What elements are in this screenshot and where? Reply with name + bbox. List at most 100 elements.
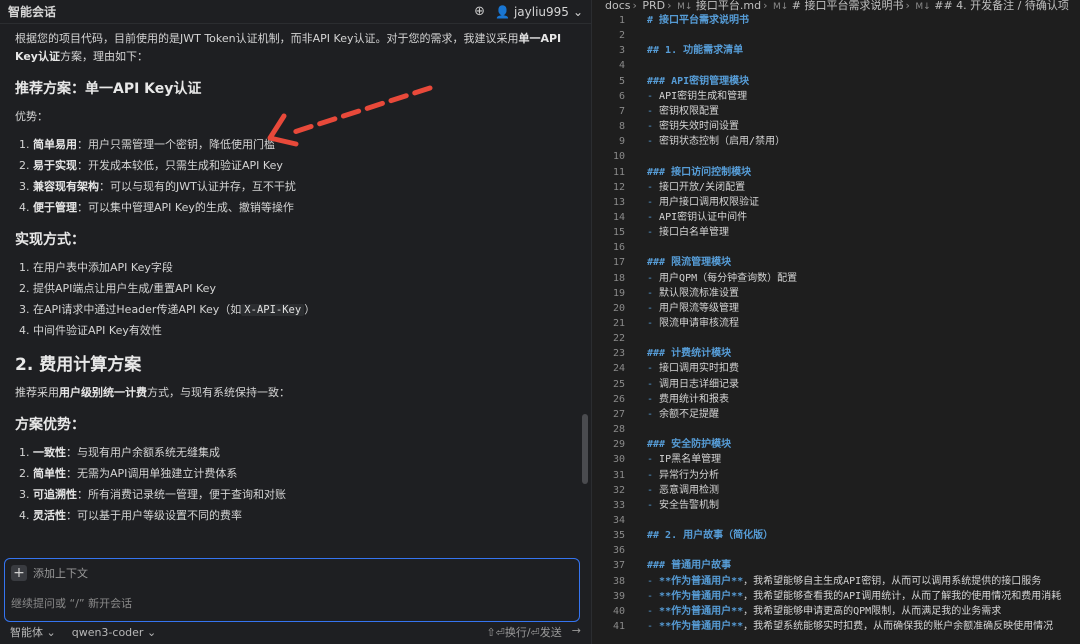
code-line[interactable]: 38 - **作为普通用户**，我希望能够自主生成API密钥，从而可以调用系统提供… bbox=[593, 574, 1080, 589]
code-line[interactable]: 7 - 密钥权限配置 bbox=[593, 104, 1080, 119]
chat-scrollbar[interactable] bbox=[579, 24, 591, 549]
new-chat-icon[interactable]: ⊕ bbox=[474, 4, 485, 19]
line-text: - 余额不足提醒 bbox=[647, 408, 720, 420]
code-line[interactable]: 3 ## 1. 功能需求清单 bbox=[593, 43, 1080, 58]
code-line[interactable]: 15 - 接口白名单管理 bbox=[593, 225, 1080, 240]
line-text: - **作为普通用户**，我希望系统能够实时扣费，从而确保我的账户余额准确反映使… bbox=[647, 621, 1054, 632]
line-number: 21 bbox=[612, 318, 625, 329]
line-number: 29 bbox=[612, 439, 625, 451]
line-number: 19 bbox=[612, 287, 625, 299]
code-line[interactable]: 9 - 密钥状态控制（启用/禁用） bbox=[593, 134, 1080, 149]
code-line[interactable]: 34 bbox=[593, 513, 1080, 528]
mode-select[interactable]: 智能体 ⌄ bbox=[10, 624, 56, 640]
impl-list: 1. 在用户表中添加API Key字段 2. 提供API端点让用户生成/重置AP… bbox=[15, 259, 564, 340]
line-number: 24 bbox=[612, 363, 625, 375]
code-line[interactable]: 19 - 默认限流标准设置 bbox=[593, 286, 1080, 301]
line-number: 16 bbox=[612, 242, 625, 254]
code-line[interactable]: 36 bbox=[593, 543, 1080, 558]
line-number: 36 bbox=[612, 545, 625, 557]
line-text: - API密钥生成和管理 bbox=[647, 90, 748, 102]
chat-input[interactable]: 继续提问或 “/” 新开会话 bbox=[11, 595, 132, 611]
add-context-button[interactable]: + 添加上下文 bbox=[11, 565, 88, 581]
code-editor[interactable]: 1 # 接口平台需求说明书 2 3 ## 1. 功能需求清单 4 5 ### API密钥管理模… bbox=[593, 13, 1080, 644]
line-text: - 密钥状态控制（启用/禁用） bbox=[647, 136, 786, 148]
add-context-label: 添加上下文 bbox=[33, 567, 88, 580]
code-line[interactable]: 31 - 异常行为分析 bbox=[593, 468, 1080, 483]
line-text: - IP黑名单管理 bbox=[647, 454, 722, 466]
code-line[interactable]: 35 ## 2. 用户故事（简化版） bbox=[593, 528, 1080, 543]
send-hint: ⇧⏎换行/⏎发送 bbox=[486, 626, 562, 639]
code-line[interactable]: 26 - 费用统计和报表 bbox=[593, 392, 1080, 407]
breadcrumb: docs › PRD › M↓ 接口平台.md › M↓ # 接口平台需求说明书 › M… bbox=[605, 0, 1069, 12]
breadcrumb-item[interactable]: docs bbox=[605, 0, 631, 12]
code-line[interactable]: 13 - 用户接口调用权限验证 bbox=[593, 195, 1080, 210]
code-line[interactable]: 2 bbox=[593, 28, 1080, 43]
line-text: ## 1. 功能需求清单 bbox=[647, 45, 744, 57]
breadcrumb-item[interactable]: 接口平台.md bbox=[696, 0, 761, 12]
code-line[interactable]: 20 - 用户限流等级管理 bbox=[593, 301, 1080, 316]
code-line[interactable]: 4 bbox=[593, 58, 1080, 73]
code-line[interactable]: 27 - 余额不足提醒 bbox=[593, 407, 1080, 422]
list-item: 3. 在API请求中通过Header传递API Key（如 X-API-Key） bbox=[19, 303, 316, 316]
code-line[interactable]: 32 - 恶意调用检测 bbox=[593, 483, 1080, 498]
code-line[interactable]: 8 - 密钥失效时间设置 bbox=[593, 119, 1080, 134]
model-select[interactable]: qwen3-coder ⌄ bbox=[72, 626, 156, 639]
code-line[interactable]: 6 - API密钥生成和管理 bbox=[593, 89, 1080, 104]
line-number: 31 bbox=[612, 469, 625, 481]
line-text: - API密钥认证中间件 bbox=[647, 211, 748, 223]
code-line[interactable]: 12 - 接口开放/关闭配置 bbox=[593, 180, 1080, 195]
line-number: 35 bbox=[612, 530, 625, 542]
intro-paragraph: 根据您的项目代码，目前使用的是JWT Token认证机制，而非API Key认证… bbox=[15, 32, 562, 63]
breadcrumb-item[interactable]: ## 4. 开发备注 / 待确认项 bbox=[934, 0, 1069, 12]
code-line[interactable]: 17 ### 限流管理模块 bbox=[593, 255, 1080, 270]
code-line[interactable]: 28 bbox=[593, 422, 1080, 437]
code-line[interactable]: 29 ### 安全防护模块 bbox=[593, 437, 1080, 452]
code-line[interactable]: 41 - **作为普通用户**，我希望系统能够实时扣费，从而确保我的账户余额准确反… bbox=[593, 619, 1080, 634]
chat-input-box[interactable]: + 添加上下文 继续提问或 “/” 新开会话 bbox=[4, 558, 580, 622]
code-line[interactable]: 16 bbox=[593, 240, 1080, 255]
code-line[interactable]: 33 - 安全告警机制 bbox=[593, 498, 1080, 513]
list-item: 4. 便于管理：可以集中管理API Key的生成、撤销等操作 bbox=[19, 201, 294, 214]
line-text: - 默认限流标准设置 bbox=[647, 287, 740, 299]
code-line[interactable]: 23 ### 计费统计模块 bbox=[593, 346, 1080, 361]
code-line[interactable]: 40 - **作为普通用户**，我希望能够申请更高的QPM限制，从而满足我的业务需… bbox=[593, 604, 1080, 619]
send-icon[interactable]: → bbox=[572, 624, 581, 640]
code-line[interactable]: 24 - 接口调用实时扣费 bbox=[593, 361, 1080, 376]
line-number: 20 bbox=[612, 302, 625, 314]
code-line[interactable]: 30 - IP黑名单管理 bbox=[593, 452, 1080, 467]
chat-footer: 智能体 ⌄ qwen3-coder ⌄ ⇧⏎换行/⏎发送 → bbox=[0, 620, 591, 644]
line-number: 34 bbox=[612, 514, 625, 526]
line-number: 8 bbox=[618, 121, 625, 133]
code-line[interactable]: 21 - 限流申请审核流程 bbox=[593, 316, 1080, 331]
code-line[interactable]: 1 # 接口平台需求说明书 bbox=[593, 13, 1080, 28]
line-number: 22 bbox=[612, 333, 625, 345]
code-line[interactable]: 22 bbox=[593, 331, 1080, 346]
markdown-file-icon: M↓ bbox=[915, 2, 931, 12]
user-menu[interactable]: 👤 jayliu995 ⌄ bbox=[495, 5, 583, 19]
code-line[interactable]: 14 - API密钥认证中间件 bbox=[593, 210, 1080, 225]
chat-title: 智能会话 bbox=[8, 5, 57, 19]
heading-cost-advantages: 方案优势： bbox=[15, 417, 85, 433]
code-line[interactable]: 10 bbox=[593, 149, 1080, 164]
code-line[interactable]: 39 - **作为普通用户**，我希望能够查看我的API调用统计，从而了解我的使用… bbox=[593, 589, 1080, 604]
line-number: 13 bbox=[612, 196, 625, 208]
breadcrumb-item[interactable]: # 接口平台需求说明书 bbox=[792, 0, 904, 12]
list-item: 4. 中间件验证API Key有效性 bbox=[19, 324, 162, 337]
code-line[interactable]: 37 ### 普通用户故事 bbox=[593, 558, 1080, 573]
list-item: 4. 灵活性：可以基于用户等级设置不同的费率 bbox=[19, 509, 242, 522]
code-line[interactable]: 11 ### 接口访问控制模块 bbox=[593, 165, 1080, 180]
scrollbar-thumb[interactable] bbox=[582, 414, 588, 484]
breadcrumb-item[interactable]: PRD bbox=[642, 0, 665, 12]
line-number: 18 bbox=[612, 272, 625, 284]
line-text: - 调用日志详细记录 bbox=[647, 378, 740, 390]
code-line[interactable]: 25 - 调用日志详细记录 bbox=[593, 377, 1080, 392]
line-number: 27 bbox=[612, 408, 625, 420]
code-line[interactable]: 18 - 用户QPM（每分钟查询数）配置 bbox=[593, 271, 1080, 286]
line-number: 2 bbox=[618, 30, 625, 42]
line-text: - 限流申请审核流程 bbox=[647, 318, 740, 329]
line-text: - 费用统计和报表 bbox=[647, 393, 730, 405]
code-line[interactable]: 5 ### API密钥管理模块 bbox=[593, 74, 1080, 89]
line-text: - 密钥权限配置 bbox=[647, 105, 720, 117]
line-number: 28 bbox=[612, 424, 625, 436]
line-number: 15 bbox=[612, 227, 625, 239]
